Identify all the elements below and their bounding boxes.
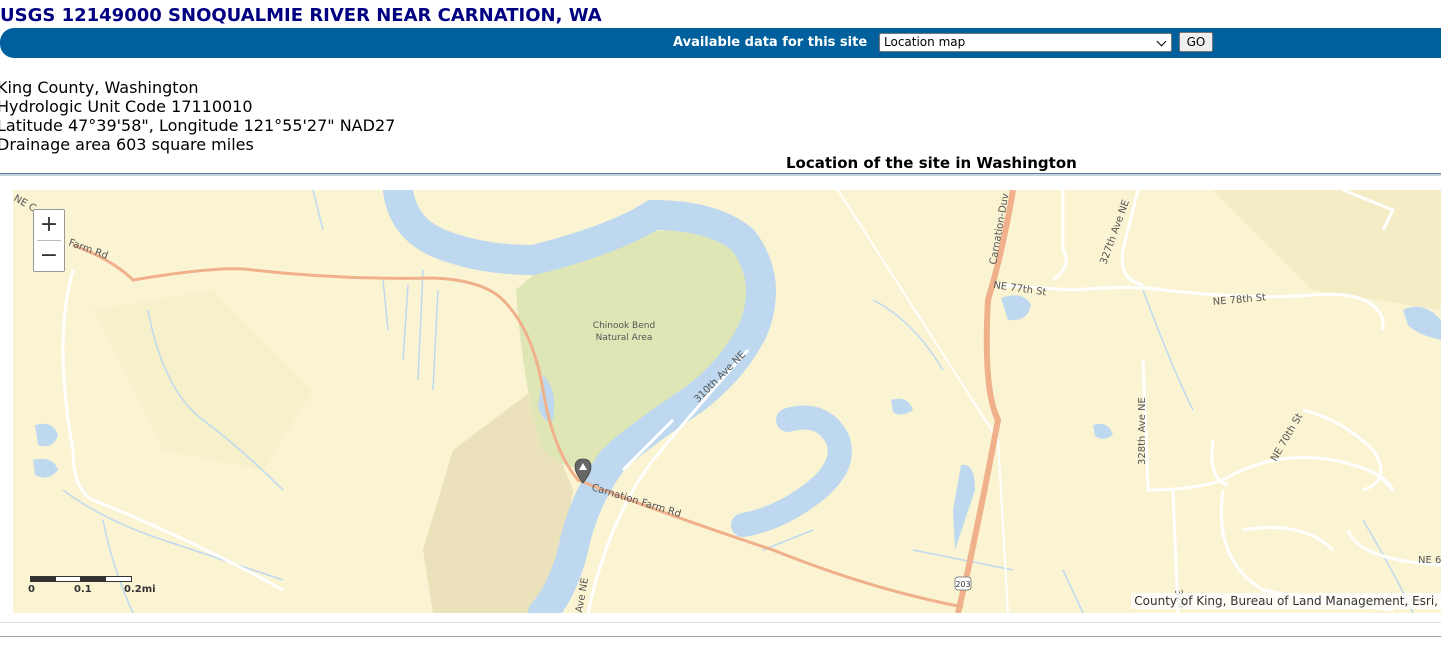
pond xyxy=(1001,295,1031,321)
footer-divider xyxy=(0,622,1441,623)
pond xyxy=(1093,423,1113,439)
scale-label-0: 0 xyxy=(28,584,35,595)
select-value: Location map xyxy=(884,35,966,49)
scale-segment xyxy=(55,576,81,582)
label-ne-70th: NE 70th St xyxy=(1269,412,1305,464)
scale-segment xyxy=(80,576,106,582)
scale-segment xyxy=(30,576,56,582)
map-title-divider xyxy=(0,173,1441,176)
zoom-out-button[interactable]: − xyxy=(34,241,64,271)
railway xyxy=(837,190,1009,613)
go-button[interactable]: GO xyxy=(1179,32,1213,52)
footer-divider xyxy=(0,636,1441,637)
label-328th-ave: 328th Ave NE xyxy=(1137,397,1148,465)
chevron-down-icon xyxy=(1156,36,1167,47)
pond xyxy=(891,398,913,415)
county-line: King County, Washington xyxy=(0,78,199,97)
huc-line: Hydrologic Unit Code 17110010 xyxy=(0,97,253,116)
available-data-label: Available data for this site xyxy=(673,35,868,50)
hillshade xyxy=(1213,190,1441,310)
map-title: Location of the site in Washington xyxy=(786,154,1077,172)
data-nav-bar: Available data for this site Location ma… xyxy=(0,28,1441,58)
scale-label-0-1: 0.1 xyxy=(74,584,92,595)
page-title: USGS 12149000 SNOQUALMIE RIVER NEAR CARN… xyxy=(0,5,602,26)
river-oxbow xyxy=(731,405,852,537)
map-attribution: County of King, Bureau of Land Managemen… xyxy=(1131,593,1441,609)
scale-bar xyxy=(30,576,132,584)
map-canvas: 203 NE C Farm Rd Chinook Bend Natural Ar… xyxy=(13,190,1441,613)
label-ne-77th: NE 77th St xyxy=(993,280,1047,298)
pond xyxy=(1403,306,1441,340)
site-info: King County, Washington Hydrologic Unit … xyxy=(0,78,395,154)
label-farm-rd-nw: Farm Rd xyxy=(67,237,109,261)
hillshade xyxy=(93,290,313,470)
pond xyxy=(953,464,975,550)
available-data-select[interactable]: Location map xyxy=(879,33,1172,52)
label-ne-east: NE 6 xyxy=(1418,555,1441,566)
zoom-control: + − xyxy=(33,209,65,272)
zoom-in-button[interactable]: + xyxy=(34,210,64,240)
drainage-line: Drainage area 603 square miles xyxy=(0,135,254,154)
scale-label-0-2mi: 0.2mi xyxy=(124,584,156,595)
route-203-label: 203 xyxy=(955,580,970,589)
coords-line: Latitude 47°39'58", Longitude 121°55'27"… xyxy=(0,116,396,135)
pond xyxy=(35,423,58,447)
scale-segment xyxy=(105,576,132,582)
location-map[interactable]: 203 NE C Farm Rd Chinook Bend Natural Ar… xyxy=(13,190,1441,613)
label-natural-area: Natural Area xyxy=(596,333,653,343)
pond xyxy=(33,458,58,478)
label-chinook-bend: Chinook Bend xyxy=(593,321,655,331)
